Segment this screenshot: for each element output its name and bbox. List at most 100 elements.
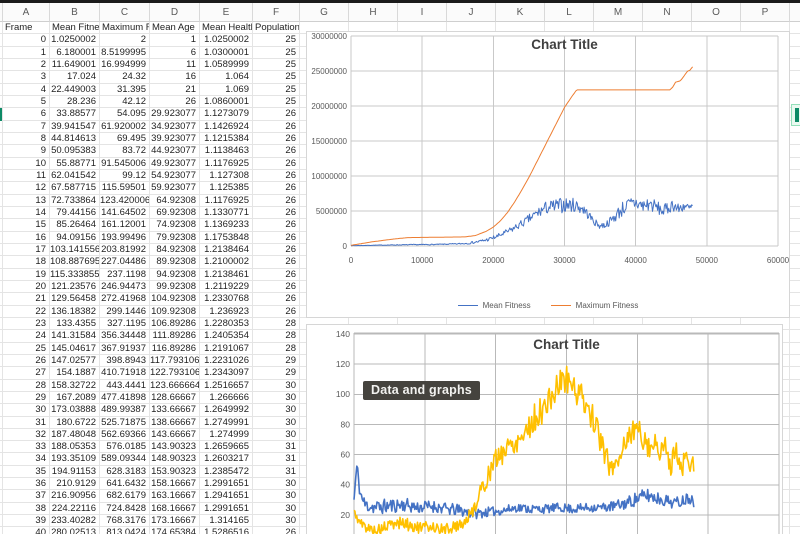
data-cell[interactable]: 153.90323 — [150, 466, 200, 478]
data-cell[interactable]: 1.1138463 — [200, 145, 253, 157]
data-cell[interactable]: 1.2280353 — [200, 318, 253, 330]
data-cell[interactable]: 31 — [253, 453, 300, 465]
data-cell[interactable]: 26 — [253, 527, 300, 534]
data-cell[interactable]: 83.72 — [100, 145, 150, 157]
data-cell[interactable]: 26 — [253, 293, 300, 305]
data-cell[interactable]: 22.449003 — [50, 84, 100, 96]
column-letter-F[interactable]: F — [253, 3, 300, 22]
data-cell[interactable]: 104.92308 — [150, 293, 200, 305]
data-cell[interactable]: 49.923077 — [150, 158, 200, 170]
cell[interactable] — [790, 207, 800, 219]
chart-age-health[interactable]: 20406080100120140 Chart Title — [306, 324, 783, 534]
data-cell[interactable]: 26 — [253, 244, 300, 256]
data-cell[interactable]: 1 — [150, 34, 200, 46]
data-cell[interactable]: 1.0589999 — [200, 59, 253, 71]
data-cell[interactable]: 26 — [253, 219, 300, 231]
cell[interactable] — [790, 170, 800, 182]
data-cell[interactable]: 133.66667 — [150, 404, 200, 416]
data-cell[interactable]: 123.666664 — [150, 380, 200, 392]
column-letter-D[interactable]: D — [150, 3, 200, 22]
data-cell[interactable]: 1.2100002 — [200, 256, 253, 268]
data-cell[interactable]: 31 — [253, 466, 300, 478]
data-cell[interactable]: 216.90956 — [50, 490, 100, 502]
column-letter-L[interactable]: L — [545, 3, 594, 22]
data-cell[interactable]: 26 — [253, 121, 300, 133]
data-cell[interactable]: 280.02513 — [50, 527, 100, 534]
data-cell[interactable]: 1.0250002 — [50, 34, 100, 46]
data-cell[interactable]: 5 — [3, 96, 50, 108]
data-cell[interactable]: 69.495 — [100, 133, 150, 145]
data-cell[interactable]: 12 — [3, 182, 50, 194]
data-cell[interactable]: 1.2138461 — [200, 269, 253, 281]
data-cell[interactable]: 37 — [3, 490, 50, 502]
data-cell[interactable]: 91.545006 — [100, 158, 150, 170]
data-cell[interactable]: 1.1215384 — [200, 133, 253, 145]
data-cell[interactable]: 11 — [150, 59, 200, 71]
cell[interactable] — [790, 281, 800, 293]
data-cell[interactable]: 26 — [253, 256, 300, 268]
data-cell[interactable]: 30 — [253, 515, 300, 527]
column-letter-O[interactable]: O — [692, 3, 741, 22]
data-cell[interactable]: 1.1330771 — [200, 207, 253, 219]
cell[interactable] — [790, 380, 800, 392]
data-cell[interactable]: 174.65384 — [150, 527, 200, 534]
data-cell[interactable]: 163.16667 — [150, 490, 200, 502]
data-cell[interactable]: 188.05353 — [50, 441, 100, 453]
data-cell[interactable]: 246.94473 — [100, 281, 150, 293]
data-cell[interactable]: 28.236 — [50, 96, 100, 108]
data-cell[interactable]: 1.125385 — [200, 182, 253, 194]
data-cell[interactable]: 116.89286 — [150, 343, 200, 355]
data-cell[interactable]: 115.333855 — [50, 269, 100, 281]
column-letter-G[interactable]: G — [300, 3, 349, 22]
header-cell[interactable]: Population — [253, 22, 300, 34]
data-cell[interactable]: 16 — [150, 71, 200, 83]
data-cell[interactable]: 233.40282 — [50, 515, 100, 527]
data-cell[interactable]: 26 — [3, 355, 50, 367]
data-cell[interactable]: 3 — [3, 71, 50, 83]
data-cell[interactable]: 29 — [253, 367, 300, 379]
data-cell[interactable]: 15 — [3, 219, 50, 231]
data-cell[interactable]: 272.41968 — [100, 293, 150, 305]
data-cell[interactable]: 84.92308 — [150, 244, 200, 256]
data-cell[interactable]: 224.22116 — [50, 503, 100, 515]
data-cell[interactable]: 1.1753848 — [200, 232, 253, 244]
data-cell[interactable]: 26 — [253, 108, 300, 120]
column-letter-K[interactable]: K — [496, 3, 545, 22]
header-cell[interactable]: Maximum Fitness — [100, 22, 150, 34]
data-cell[interactable]: 158.16667 — [150, 478, 200, 490]
data-cell[interactable]: 173.03888 — [50, 404, 100, 416]
column-letter-H[interactable]: H — [349, 3, 398, 22]
cell[interactable] — [790, 84, 800, 96]
data-cell[interactable]: 24 — [3, 330, 50, 342]
header-cell[interactable]: Mean Age — [150, 22, 200, 34]
data-cell[interactable]: 31 — [3, 417, 50, 429]
chart-fitness-legend[interactable]: Mean FitnessMaximum Fitness — [307, 301, 789, 310]
data-cell[interactable]: 143.90323 — [150, 441, 200, 453]
data-cell[interactable]: 36 — [3, 478, 50, 490]
data-cell[interactable]: 1.069 — [200, 84, 253, 96]
data-cell[interactable]: 138.66667 — [150, 417, 200, 429]
data-cell[interactable]: 1.2191067 — [200, 343, 253, 355]
column-letter-C[interactable]: C — [100, 3, 150, 22]
data-cell[interactable]: 10 — [3, 158, 50, 170]
cell[interactable] — [790, 466, 800, 478]
data-cell[interactable]: 26 — [253, 133, 300, 145]
column-letter-M[interactable]: M — [594, 3, 643, 22]
data-cell[interactable]: 25 — [253, 84, 300, 96]
cell[interactable] — [790, 182, 800, 194]
data-cell[interactable]: 141.31584 — [50, 330, 100, 342]
column-letter-I[interactable]: I — [398, 3, 447, 22]
data-cell[interactable]: 187.48048 — [50, 429, 100, 441]
data-cell[interactable]: 210.9129 — [50, 478, 100, 490]
data-cell[interactable]: 30 — [253, 380, 300, 392]
data-cell[interactable]: 443.4441 — [100, 380, 150, 392]
data-cell[interactable]: 768.3176 — [100, 515, 150, 527]
legend-item-mean-fitness[interactable]: Mean Fitness — [458, 301, 531, 310]
data-cell[interactable]: 26 — [253, 145, 300, 157]
cell[interactable] — [790, 343, 800, 355]
column-letter-E[interactable]: E — [200, 3, 253, 22]
data-cell[interactable]: 31 — [253, 441, 300, 453]
cell[interactable] — [790, 219, 800, 231]
data-cell[interactable]: 13 — [3, 195, 50, 207]
column-letter-N[interactable]: N — [643, 3, 692, 22]
